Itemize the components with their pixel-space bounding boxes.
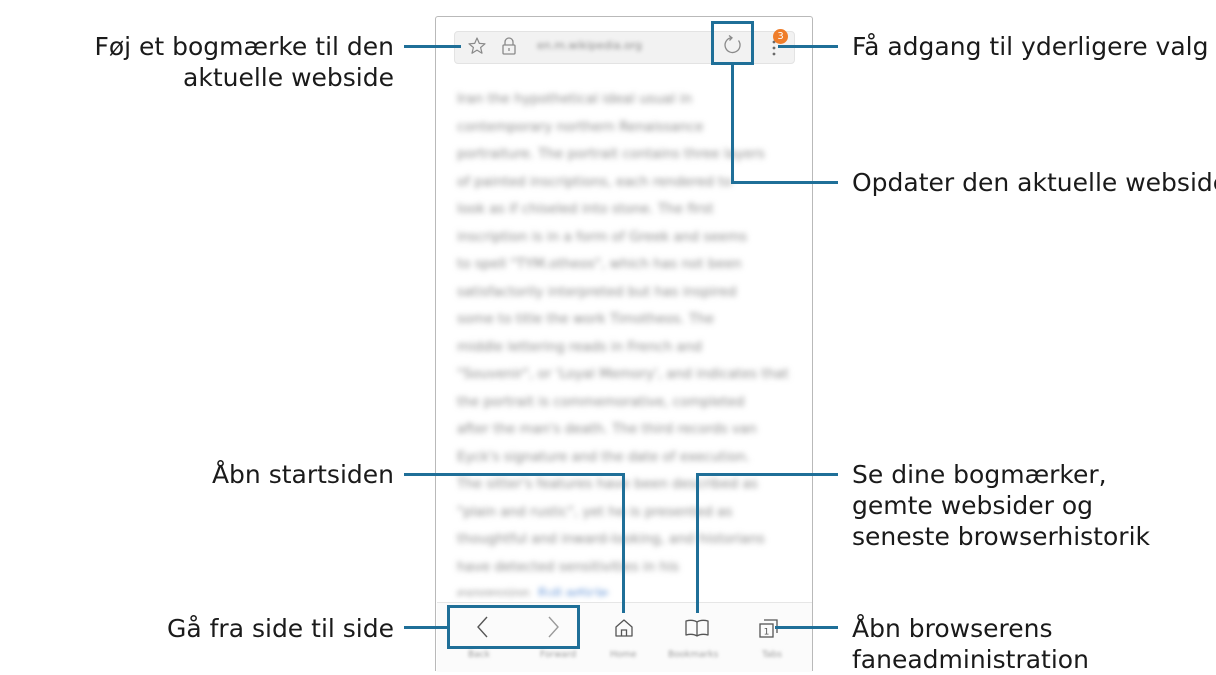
tabs-caption: Tabs bbox=[762, 650, 782, 660]
options-callout-line bbox=[778, 45, 838, 48]
home-callout-line bbox=[404, 473, 624, 476]
navigate-callout-line bbox=[404, 626, 447, 629]
home-caption: Home bbox=[610, 650, 637, 660]
webpage-content: Iran the hypothetical ideal usual in con… bbox=[457, 91, 789, 596]
back-caption: Back bbox=[468, 650, 490, 660]
home-icon[interactable] bbox=[613, 617, 635, 639]
refresh-highlight-box bbox=[711, 21, 754, 65]
options-label: Få adgang til yderligere valg bbox=[852, 32, 1209, 61]
home-callout-line-vertical bbox=[622, 473, 625, 613]
refresh-label: Opdater den aktuelle webside bbox=[852, 168, 1216, 197]
notification-badge: 3 bbox=[773, 29, 788, 44]
bookmarks-callout-line-vertical bbox=[696, 473, 699, 613]
navigate-label: Gå fra side til side bbox=[166, 614, 394, 643]
tabs-label: Åbn browserens faneadministration bbox=[852, 614, 1089, 674]
bookmarks-caption: Bookmarks bbox=[668, 650, 719, 660]
navigation-highlight-box bbox=[447, 605, 580, 649]
refresh-callout-line-vertical bbox=[731, 65, 734, 183]
refresh-callout-line bbox=[731, 181, 838, 184]
tab-count: 1 bbox=[764, 628, 770, 638]
home-label: Åbn startsiden bbox=[211, 460, 394, 489]
forward-caption: Forward bbox=[540, 650, 577, 660]
url-text[interactable]: en.m.wikipedia.org bbox=[537, 39, 687, 52]
bookmarks-label: Se dine bogmærker, gemte websider og sen… bbox=[852, 460, 1150, 551]
lock-icon bbox=[502, 37, 516, 55]
book-icon[interactable] bbox=[684, 617, 710, 639]
tabs-callout-line bbox=[775, 626, 838, 629]
bookmarks-callout-line bbox=[696, 473, 838, 476]
bookmark-label: Føj et bogmærke til den aktuelle webside bbox=[94, 32, 394, 92]
bookmark-callout-line bbox=[404, 45, 461, 48]
star-icon[interactable] bbox=[467, 36, 487, 56]
